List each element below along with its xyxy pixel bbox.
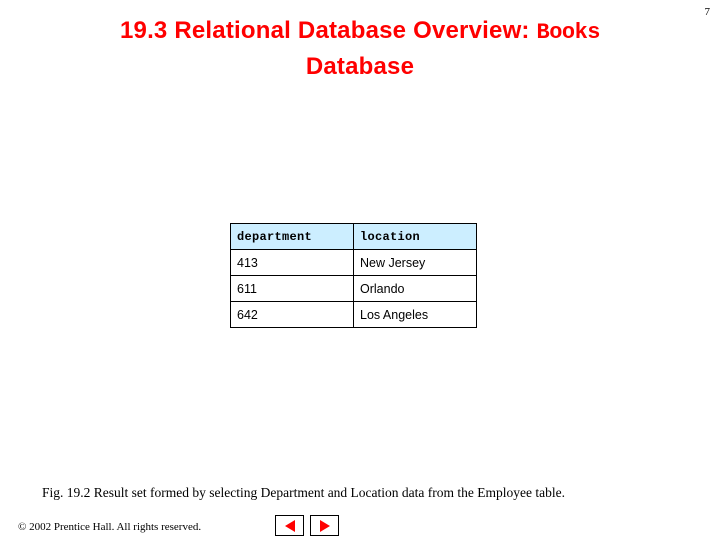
next-slide-button[interactable] xyxy=(310,515,339,536)
table-row: 642 Los Angeles xyxy=(230,301,477,328)
table-header-row: department location xyxy=(230,223,477,250)
table-row: 413 New Jersey xyxy=(230,249,477,276)
arrow-right-icon xyxy=(319,519,330,532)
arrow-left-icon xyxy=(284,519,295,532)
column-header-department: department xyxy=(230,223,354,250)
cell-location: Los Angeles xyxy=(353,301,477,328)
cell-department: 611 xyxy=(230,275,354,302)
figure-caption: Fig. 19.2 Result set formed by selecting… xyxy=(42,485,565,500)
cell-department: 642 xyxy=(230,301,354,328)
page-title-text-2: Database xyxy=(305,53,415,80)
slide-number: 7 xyxy=(704,6,711,18)
result-set-table-wrapper: department location 413 New Jersey 611 O… xyxy=(230,223,477,328)
column-header-location: location xyxy=(353,223,477,250)
cell-department: 413 xyxy=(230,249,354,276)
page-title-text-1: 19.3 Relational Database Overview: xyxy=(119,17,537,44)
slide-navigation xyxy=(275,515,339,536)
cell-location: Orlando xyxy=(353,275,477,302)
result-set-table: department location 413 New Jersey 611 O… xyxy=(230,223,477,328)
page-title-mono: Books xyxy=(536,20,601,45)
copyright-footer: © 2002 Prentice Hall. All rights reserve… xyxy=(18,521,202,533)
cell-location: New Jersey xyxy=(353,249,477,276)
table-row: 611 Orlando xyxy=(230,275,477,302)
page-title: 19.3 Relational Database Overview: Books… xyxy=(36,14,684,84)
previous-slide-button[interactable] xyxy=(275,515,304,536)
